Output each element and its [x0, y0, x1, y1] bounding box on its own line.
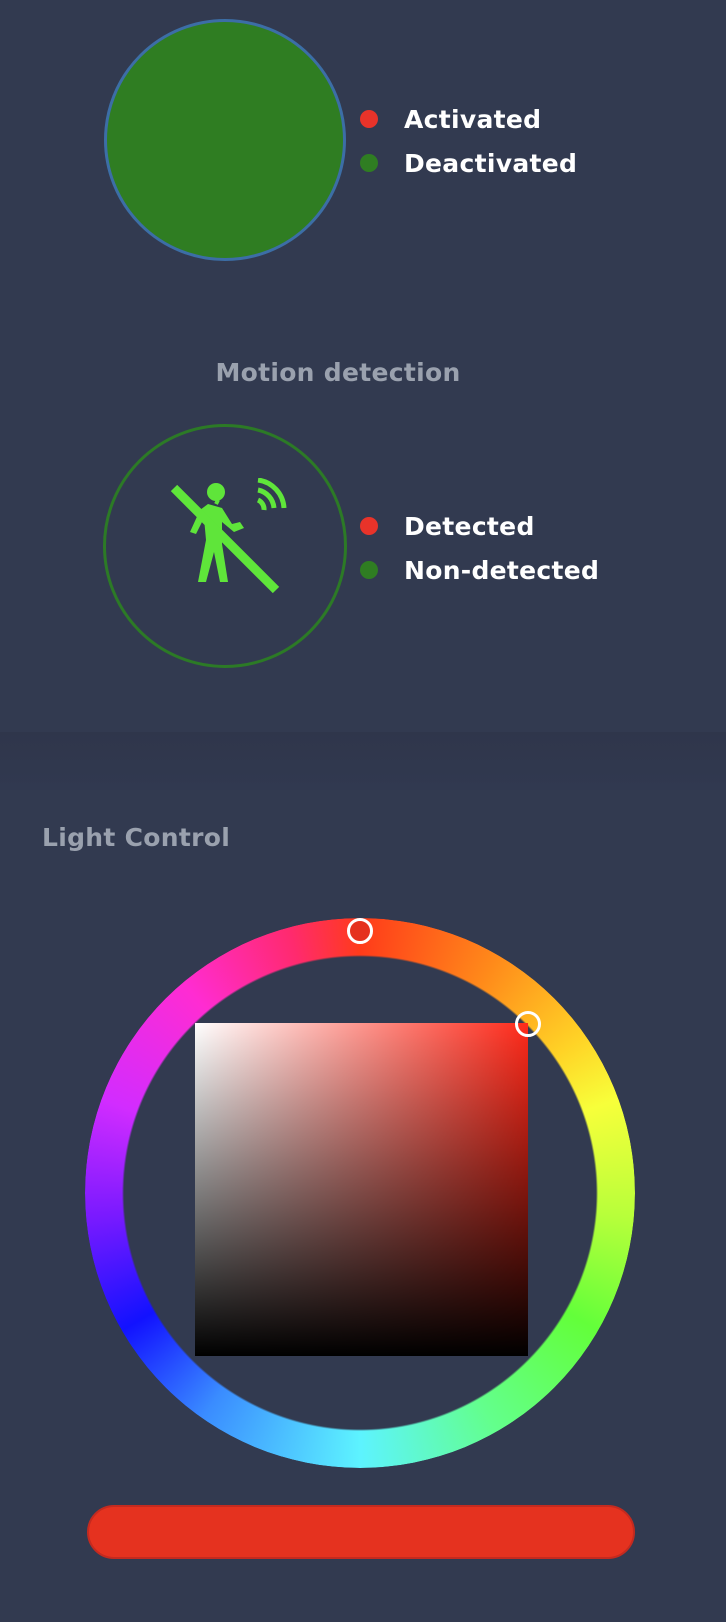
legend-item-activated: Activated [360, 97, 577, 141]
hue-handle[interactable] [347, 918, 373, 944]
activation-legend: Activated Deactivated [360, 97, 577, 185]
no-motion-person-icon [170, 478, 287, 594]
activation-status-indicator [104, 19, 346, 261]
motion-legend: Detected Non-detected [360, 504, 599, 592]
non-detected-dot-icon [360, 561, 378, 579]
legend-item-deactivated: Deactivated [360, 141, 577, 185]
light-control-title: Light Control [42, 823, 231, 852]
saturation-brightness-handle[interactable] [515, 1011, 541, 1037]
legend-label-non-detected: Non-detected [404, 555, 600, 585]
panel-divider [0, 732, 726, 790]
selected-color-bar[interactable] [87, 1505, 635, 1559]
activated-dot-icon [360, 110, 378, 128]
saturation-brightness-square[interactable] [195, 1023, 528, 1356]
legend-label-activated: Activated [404, 104, 542, 134]
deactivated-dot-icon [360, 154, 378, 172]
legend-item-detected: Detected [360, 504, 599, 548]
legend-item-non-detected: Non-detected [360, 548, 599, 592]
legend-label-detected: Detected [404, 511, 535, 541]
detected-dot-icon [360, 517, 378, 535]
legend-label-deactivated: Deactivated [404, 148, 578, 178]
motion-detection-title: Motion detection [215, 358, 461, 387]
